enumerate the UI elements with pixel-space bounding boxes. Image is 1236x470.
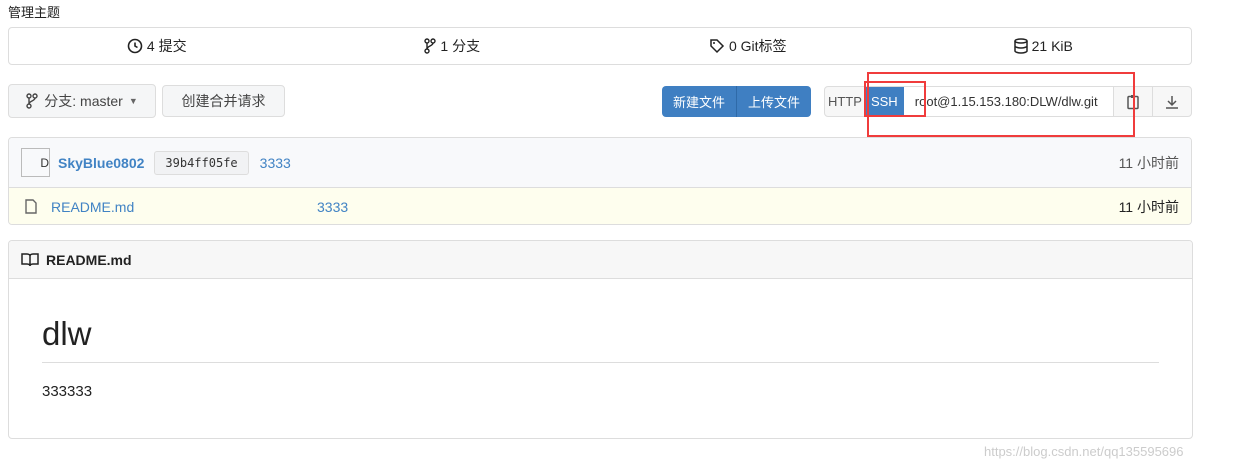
create-pull-request-button[interactable]: 创建合并请求 <box>162 85 285 117</box>
commits-count: 4 提交 <box>146 38 187 54</box>
upload-file-button[interactable]: 上传文件 <box>736 86 812 117</box>
commit-row: D SkyBlue0802 39b4ff05fe 3333 11 小时前 <box>9 138 1191 188</box>
book-icon <box>21 252 39 266</box>
branches-count: 1 分支 <box>440 38 481 54</box>
file-commit-message[interactable]: 3333 <box>317 199 348 215</box>
readme-title: README.md <box>46 251 132 268</box>
download-icon <box>1166 95 1179 109</box>
author-link[interactable]: SkyBlue0802 <box>58 155 144 171</box>
readme-text: 333333 <box>42 383 93 400</box>
file-time: 11 小时前 <box>1118 198 1179 215</box>
repo-stats-bar: 4 提交 1 分支 0 Git标签 21 KiB <box>8 27 1192 65</box>
branch-icon <box>26 93 38 109</box>
file-row: README.md 3333 11 小时前 <box>9 188 1191 224</box>
latest-commit-table: D SkyBlue0802 39b4ff05fe 3333 11 小时前 REA… <box>8 137 1192 225</box>
commit-time: 11 小时前 <box>1118 154 1179 171</box>
commits-stat[interactable]: 4 提交 <box>9 28 305 64</box>
readme-header: README.md <box>9 241 1192 279</box>
avatar: D <box>21 148 50 177</box>
readme-heading: dlw <box>42 315 1159 363</box>
repo-size: 21 KiB <box>1031 38 1073 54</box>
commit-message[interactable]: 3333 <box>260 155 291 171</box>
download-button[interactable] <box>1152 87 1191 116</box>
tags-count: 0 Git标签 <box>728 38 787 54</box>
history-icon <box>127 38 143 54</box>
readme-panel: README.md dlw 333333 <box>8 240 1193 439</box>
branch-label: 分支: master <box>44 93 123 109</box>
file-icon <box>25 199 37 214</box>
branches-stat[interactable]: 1 分支 <box>305 28 601 64</box>
caret-down-icon: ▼ <box>128 96 138 106</box>
http-toggle[interactable]: HTTP <box>825 87 865 116</box>
tags-stat[interactable]: 0 Git标签 <box>600 28 896 64</box>
manage-topics-link[interactable]: 管理主题 <box>8 2 60 21</box>
file-actions-group: 新建文件 上传文件 <box>662 86 812 117</box>
size-stat: 21 KiB <box>896 28 1192 64</box>
watermark: https://blog.csdn.net/qq135595696 <box>984 444 1184 459</box>
tag-icon <box>710 39 725 54</box>
branch-dropdown[interactable]: 分支: master ▼ <box>8 84 156 118</box>
database-icon <box>1013 38 1028 54</box>
readme-body: dlw 333333 <box>9 279 1192 400</box>
commit-sha[interactable]: 39b4ff05fe <box>154 150 249 175</box>
file-name-link[interactable]: README.md <box>51 199 134 215</box>
avatar-alt-text: D <box>40 155 49 170</box>
branch-icon <box>424 38 437 54</box>
new-file-button[interactable]: 新建文件 <box>662 86 737 117</box>
highlight-box-ssh <box>864 81 926 117</box>
